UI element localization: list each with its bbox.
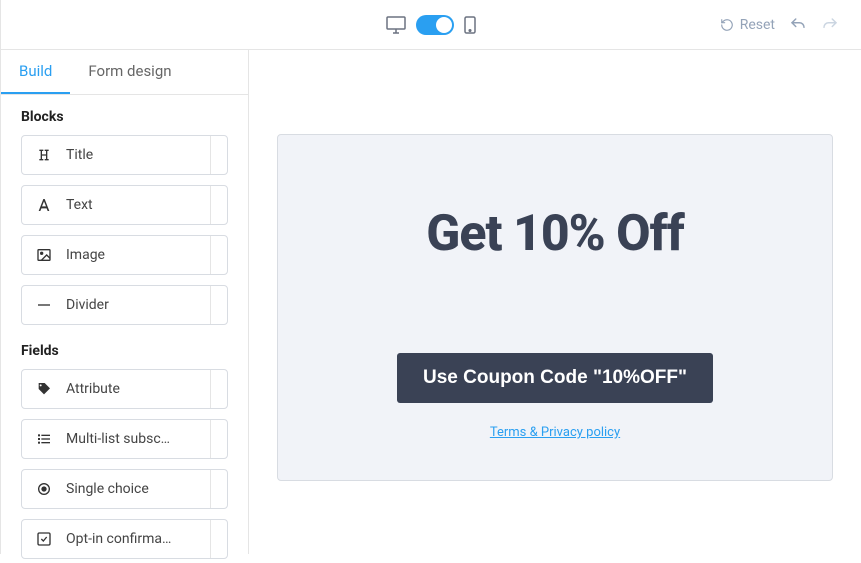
main-area: Build Form design Blocks Title <box>1 50 861 554</box>
device-preview-group <box>386 0 476 49</box>
topbar: Reset <box>1 0 861 50</box>
field-attribute[interactable]: Attribute <box>21 369 228 409</box>
preview-canvas: Get 10% Off Use Coupon Code "10%OFF" Ter… <box>249 50 861 554</box>
block-label: Opt-in confirma… <box>66 531 171 547</box>
blocks-list: Title Text <box>1 135 248 329</box>
field-single-choice[interactable]: Single choice <box>21 469 228 509</box>
block-label: Text <box>66 197 93 213</box>
blocks-section-header: Blocks <box>1 95 248 135</box>
drag-handle-icon[interactable] <box>210 420 227 458</box>
text-icon <box>34 195 54 215</box>
block-label: Title <box>66 147 93 163</box>
block-title[interactable]: Title <box>21 135 228 175</box>
fields-list: Attribute Multi-list subsc… <box>1 369 248 563</box>
sidebar: Build Form design Blocks Title <box>1 50 249 554</box>
mobile-icon[interactable] <box>464 16 476 34</box>
tag-icon <box>34 379 54 399</box>
reset-button[interactable]: Reset <box>720 17 775 33</box>
drag-handle-icon[interactable] <box>210 286 227 324</box>
drag-handle-icon[interactable] <box>210 370 227 408</box>
popup-heading[interactable]: Get 10% Off <box>426 205 683 263</box>
image-icon <box>34 245 54 265</box>
blocks-title: Blocks <box>21 109 228 125</box>
block-label: Image <box>66 247 105 263</box>
drag-handle-icon[interactable] <box>210 470 227 508</box>
fields-title: Fields <box>21 343 228 359</box>
heading-icon <box>34 145 54 165</box>
block-divider[interactable]: Divider <box>21 285 228 325</box>
block-label: Attribute <box>66 381 120 397</box>
checkbox-icon <box>34 529 54 549</box>
field-optin[interactable]: Opt-in confirma… <box>21 519 228 559</box>
coupon-button[interactable]: Use Coupon Code "10%OFF" <box>397 353 713 403</box>
drag-handle-icon[interactable] <box>210 186 227 224</box>
drag-handle-icon[interactable] <box>210 136 227 174</box>
drag-handle-icon[interactable] <box>210 520 227 558</box>
sidebar-tabs: Build Form design <box>1 50 248 95</box>
desktop-icon[interactable] <box>386 16 406 34</box>
radio-icon <box>34 479 54 499</box>
block-text[interactable]: Text <box>21 185 228 225</box>
field-multi-list[interactable]: Multi-list subsc… <box>21 419 228 459</box>
popup-preview[interactable]: Get 10% Off Use Coupon Code "10%OFF" Ter… <box>277 134 833 481</box>
tab-build[interactable]: Build <box>1 50 70 94</box>
block-label: Multi-list subsc… <box>66 431 170 447</box>
terms-link[interactable]: Terms & Privacy policy <box>490 425 620 440</box>
app-root: Reset Build Form design Blocks <box>0 0 861 554</box>
drag-handle-icon[interactable] <box>210 236 227 274</box>
block-label: Divider <box>66 297 109 313</box>
block-label: Single choice <box>66 481 149 497</box>
topbar-actions: Reset <box>720 16 861 34</box>
undo-button[interactable] <box>789 16 807 34</box>
list-icon <box>34 429 54 449</box>
tab-form-design[interactable]: Form design <box>70 50 189 94</box>
block-image[interactable]: Image <box>21 235 228 275</box>
redo-button[interactable] <box>821 16 839 34</box>
fields-section-header: Fields <box>1 329 248 369</box>
divider-icon <box>34 295 54 315</box>
preview-toggle[interactable] <box>416 15 454 35</box>
reset-label: Reset <box>740 17 775 33</box>
